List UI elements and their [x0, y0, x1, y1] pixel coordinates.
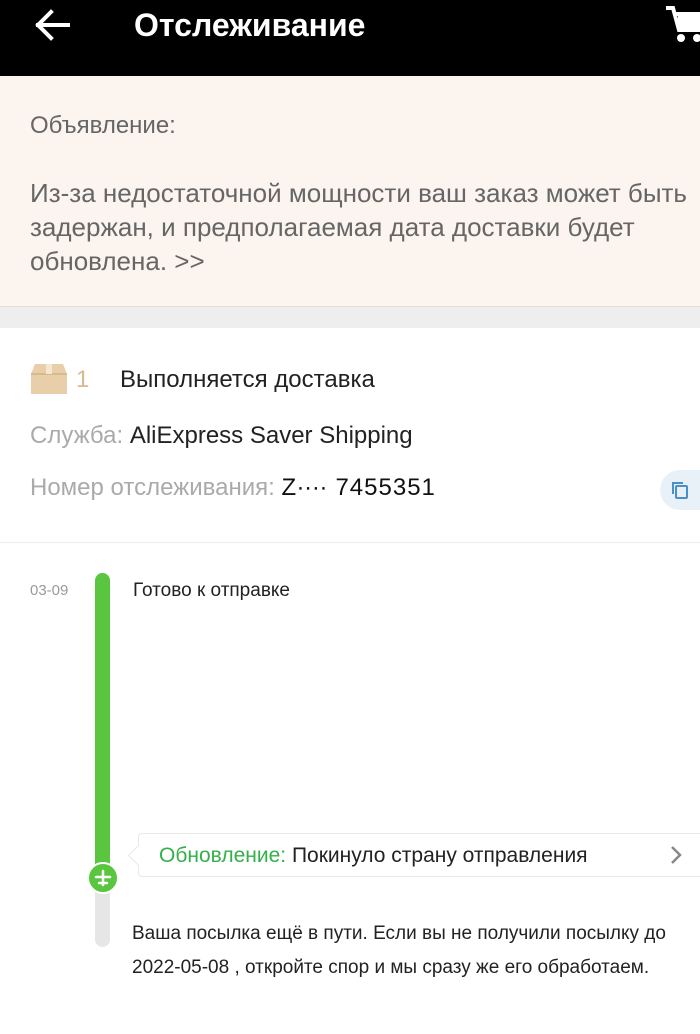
package-count: 1	[76, 366, 90, 393]
package-box-icon	[31, 364, 67, 394]
update-text: Обновление: Покинуло страну отправления	[159, 842, 588, 870]
shipment-card: 1 Выполняется доставка Служба: AliExpres…	[0, 328, 700, 543]
tracking-timeline: 03-09 Готово к отправке Обновление: Поки…	[0, 543, 700, 1034]
tracking-label: Номер отслеживания:	[30, 474, 275, 501]
announcement-text[interactable]: Из-за недостаточной мощности ваш заказ м…	[30, 176, 695, 278]
copy-tracking-button[interactable]	[660, 470, 700, 510]
dispute-info-text: Ваша посылка ещё в пути. Если вы не полу…	[132, 917, 700, 997]
update-value: Покинуло страну отправления	[291, 844, 588, 867]
chevron-right-icon	[671, 846, 682, 864]
timeline-progress-bar	[95, 573, 110, 877]
section-divider	[0, 307, 700, 328]
service-row: Служба: AliExpress Saver Shipping	[30, 420, 413, 452]
dispute-info-line: Ваша посылка ещё в пути. Если вы не полу…	[132, 923, 666, 944]
update-label: Обновление:	[159, 844, 287, 867]
back-button[interactable]	[34, 6, 74, 44]
copy-icon	[672, 482, 688, 499]
cart-icon	[666, 6, 700, 42]
airplane-icon	[94, 869, 112, 887]
event-date: 03-09	[30, 582, 69, 599]
delivery-status: Выполняется доставка	[120, 366, 375, 393]
announcement-banner[interactable]: Объявление: Из-за недостаточной мощности…	[0, 76, 700, 307]
arrow-left-icon	[35, 9, 70, 41]
service-label: Служба:	[30, 422, 124, 449]
timeline-current-marker	[87, 862, 119, 894]
dispute-info-line: 2022-05-08 , откройте спор и мы сразу же…	[132, 957, 650, 978]
tracking-row: Номер отслеживания: Z∙∙∙∙ 7455351	[30, 472, 436, 504]
announcement-heading: Объявление:	[30, 112, 176, 139]
event-title: Готово к отправке	[133, 580, 291, 601]
latest-update-row[interactable]: Обновление: Покинуло страну отправления	[138, 833, 700, 877]
top-bar: Отслеживание	[0, 0, 700, 76]
cart-button[interactable]	[664, 2, 700, 46]
service-value: AliExpress Saver Shipping	[129, 422, 413, 449]
page-title: Отслеживание	[134, 7, 366, 43]
tracking-number: Z∙∙∙∙ 7455351	[281, 474, 436, 501]
